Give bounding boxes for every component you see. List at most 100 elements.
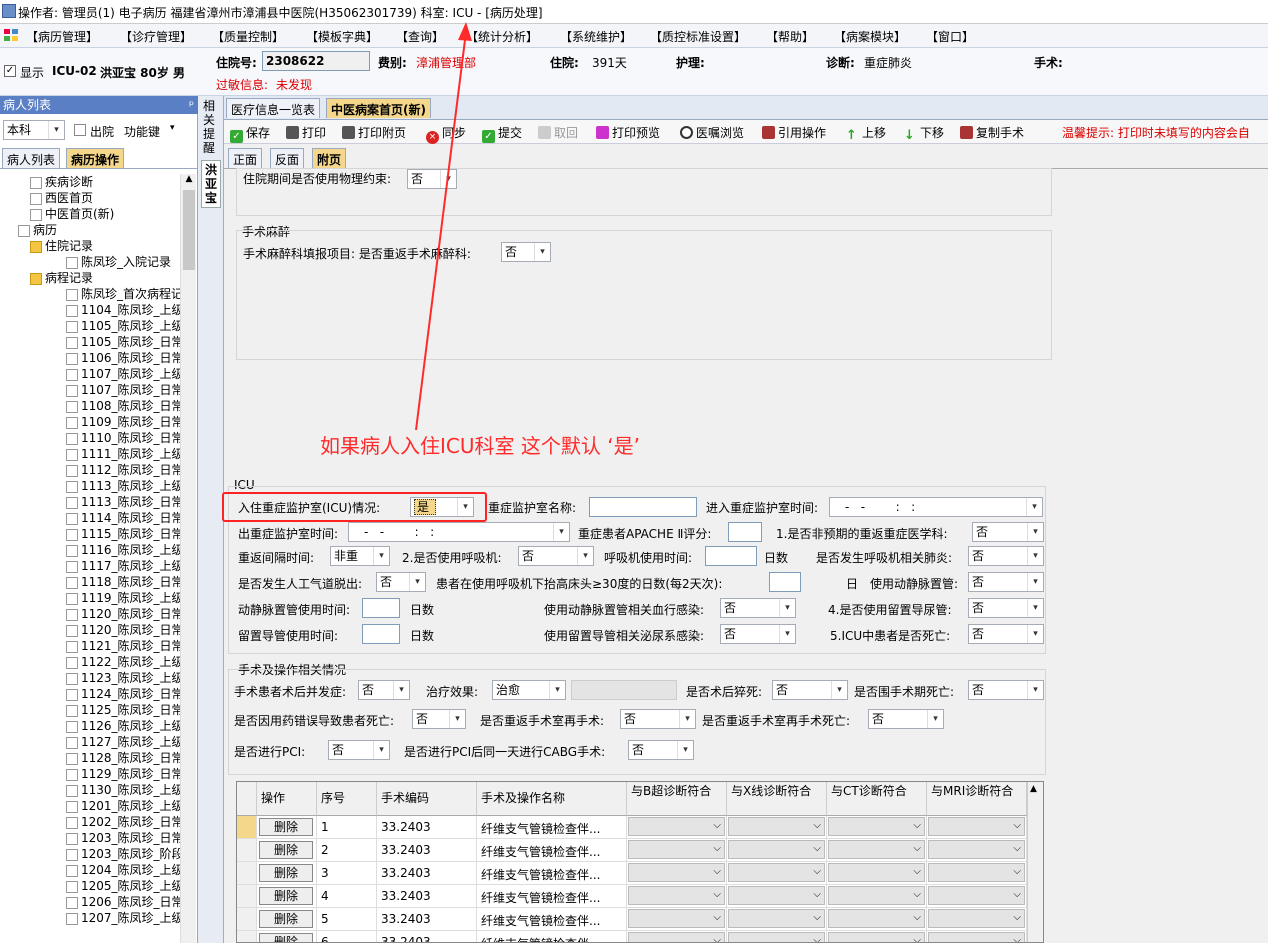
grid-scrollbar[interactable]: ▲ — [1027, 782, 1043, 942]
reop-select[interactable]: 否 ▾ — [620, 709, 696, 729]
postop-death-select[interactable]: 否 ▾ — [772, 680, 848, 700]
tree-item[interactable]: 1111_陈凤珍_上级 — [66, 446, 180, 462]
tree-item[interactable]: 1108_陈凤珍_日常 — [66, 398, 180, 414]
urinary-select[interactable]: 否 ▾ — [968, 598, 1044, 618]
menu-qc-standard[interactable]: 【质控标准设置】 — [650, 28, 746, 45]
name-cell[interactable]: 纤维支气管镜检查伴... — [477, 839, 627, 862]
print-button[interactable]: 打印 — [286, 124, 326, 141]
menu-window[interactable]: 【窗口】 — [926, 28, 974, 45]
icu-exit-time-picker[interactable]: - - : : ▾ — [348, 522, 570, 542]
show-checkbox[interactable]: ✓ — [4, 65, 16, 77]
name-cell[interactable]: 纤维支气管镜检查伴... — [477, 816, 627, 839]
tree-item[interactable]: 1112_陈凤珍_日常 — [66, 462, 180, 478]
move-up-button[interactable]: ↑ 上移 — [846, 124, 886, 142]
seq-cell[interactable]: 3 — [317, 862, 377, 885]
tree-item[interactable]: 1201_陈凤珍_上级 — [66, 798, 180, 814]
move-down-button[interactable]: ↓ 下移 — [904, 124, 944, 142]
tree-item[interactable]: 疾病诊断 — [30, 174, 93, 190]
code-cell[interactable]: 33.2403 — [377, 885, 477, 908]
scroll-up-icon[interactable]: ▲ — [182, 174, 196, 188]
tree-item[interactable]: 1128_陈凤珍_日常 — [66, 750, 180, 766]
cabg-select[interactable]: 否 ▾ — [628, 740, 694, 760]
tree-item[interactable]: 1109_陈凤珍_日常 — [66, 414, 180, 430]
artery-select[interactable]: 否 ▾ — [968, 572, 1044, 592]
row-header[interactable] — [237, 839, 257, 862]
diagnosis-match-select[interactable]: ⌵ — [628, 909, 725, 928]
menu-case-module[interactable]: 【病案模块】 — [834, 28, 906, 45]
tree-item[interactable]: 1127_陈凤珍_上级 — [66, 734, 180, 750]
tree-item[interactable]: 病历 — [18, 222, 57, 238]
tree-item[interactable]: 陈凤珍_入院记录 — [66, 254, 171, 270]
tree-item[interactable]: 1117_陈凤珍_上级 — [66, 558, 180, 574]
tree-item[interactable]: 1105_陈凤珍_日常 — [66, 334, 180, 350]
copy-surgery-button[interactable]: 复制手术 — [960, 124, 1024, 141]
tree-item[interactable]: 陈凤珍_首次病程记 — [66, 286, 180, 302]
tree-item[interactable]: 1114_陈凤珍_日常 — [66, 510, 180, 526]
effect-select[interactable]: 治愈 ▾ — [492, 680, 566, 700]
tree-item[interactable]: 中医首页(新) — [30, 206, 114, 222]
retrieve-button[interactable]: 取回 — [538, 124, 578, 141]
app-menu-icon[interactable] — [4, 29, 18, 41]
diagnosis-match-select[interactable]: ⌵ — [928, 886, 1025, 905]
function-chevron-icon[interactable]: ▾ — [170, 123, 175, 133]
tree-item[interactable]: 1115_陈凤珍_日常 — [66, 526, 180, 542]
tab-front[interactable]: 正面 — [228, 148, 263, 168]
delete-button[interactable]: 删除 — [259, 864, 313, 882]
tree-scrollbar[interactable]: ▲ — [180, 174, 196, 943]
vap-select[interactable]: 否 ▾ — [968, 546, 1044, 566]
tree-item[interactable]: 1116_陈凤珍_上级 — [66, 542, 180, 558]
admission-no-field[interactable]: 2308622 — [262, 51, 370, 71]
complication-select[interactable]: 否 ▾ — [358, 680, 410, 700]
delete-button[interactable]: 删除 — [259, 887, 313, 905]
code-cell[interactable]: 33.2403 — [377, 908, 477, 931]
seq-cell[interactable]: 4 — [317, 885, 377, 908]
row-header[interactable] — [237, 931, 257, 942]
diagnosis-match-select[interactable]: ⌵ — [628, 863, 725, 882]
tree-item[interactable]: 1124_陈凤珍_日常 — [66, 686, 180, 702]
function-key-menu[interactable]: 功能键 — [124, 123, 160, 140]
diagnosis-match-select[interactable]: ⌵ — [828, 932, 925, 942]
diagnosis-match-select[interactable]: ⌵ — [828, 909, 925, 928]
diagnosis-match-select[interactable]: ⌵ — [728, 840, 825, 859]
delete-button[interactable]: 删除 — [259, 933, 313, 942]
diagnosis-match-select[interactable]: ⌵ — [628, 817, 725, 836]
icu-name-input[interactable] — [589, 497, 697, 517]
tree-item[interactable]: 1205_陈凤珍_上级 — [66, 878, 180, 894]
tree-item[interactable]: 1107_陈凤珍_日常 — [66, 382, 180, 398]
diagnosis-match-select[interactable]: ⌵ — [728, 817, 825, 836]
tree-item[interactable]: 1129_陈凤珍_日常 — [66, 766, 180, 782]
airway-select[interactable]: 否 ▾ — [376, 572, 426, 592]
diagnosis-match-select[interactable]: ⌵ — [628, 840, 725, 859]
unplanned-select[interactable]: 否 ▾ — [972, 522, 1044, 542]
diagnosis-match-select[interactable]: ⌵ — [928, 932, 1025, 942]
diagnosis-match-select[interactable]: ⌵ — [828, 863, 925, 882]
order-browse-button[interactable]: 医嘱浏览 — [680, 124, 744, 141]
tree-item[interactable]: 1119_陈凤珍_上级 — [66, 590, 180, 606]
pin-icon[interactable]: ᵖ — [189, 96, 194, 114]
name-cell[interactable]: 纤维支气管镜检查伴... — [477, 908, 627, 931]
tree-item[interactable]: 1122_陈凤珍_上级 — [66, 654, 180, 670]
vent-time-input[interactable] — [705, 546, 757, 566]
tree-item[interactable]: 1121_陈凤珍_日常 — [66, 638, 180, 654]
tab-patient-list[interactable]: 病人列表 — [2, 148, 61, 168]
tree-item[interactable]: 住院记录 — [30, 238, 93, 254]
tree-item[interactable]: 1123_陈凤珍_上级 — [66, 670, 180, 686]
diagnosis-match-select[interactable]: ⌵ — [728, 909, 825, 928]
tree-item[interactable]: 1106_陈凤珍_日常 — [66, 350, 180, 366]
tree-item[interactable]: 1130_陈凤珍_上级 — [66, 782, 180, 798]
tree-item[interactable]: 1120_陈凤珍_日常 — [66, 622, 180, 638]
save-button[interactable]: ✓ 保存 — [230, 124, 270, 143]
dept-select[interactable]: 本科 ▾ — [3, 120, 65, 140]
diagnosis-match-select[interactable]: ⌵ — [928, 909, 1025, 928]
menu-system-maintenance[interactable]: 【系统维护】 — [560, 28, 632, 45]
icu-enter-time-picker[interactable]: - - : : ▾ — [829, 497, 1043, 517]
artery-blood-select[interactable]: 否 ▾ — [720, 598, 796, 618]
code-cell[interactable]: 33.2403 — [377, 931, 477, 942]
code-cell[interactable]: 33.2403 — [377, 839, 477, 862]
menu-help[interactable]: 【帮助】 — [766, 28, 814, 45]
delete-button[interactable]: 删除 — [259, 818, 313, 836]
pci-select[interactable]: 否 ▾ — [328, 740, 390, 760]
tree-item[interactable]: 1125_陈凤珍_日常 — [66, 702, 180, 718]
delete-button[interactable]: 删除 — [259, 841, 313, 859]
related-reminder-tab[interactable]: 相关提醒 — [203, 99, 219, 155]
